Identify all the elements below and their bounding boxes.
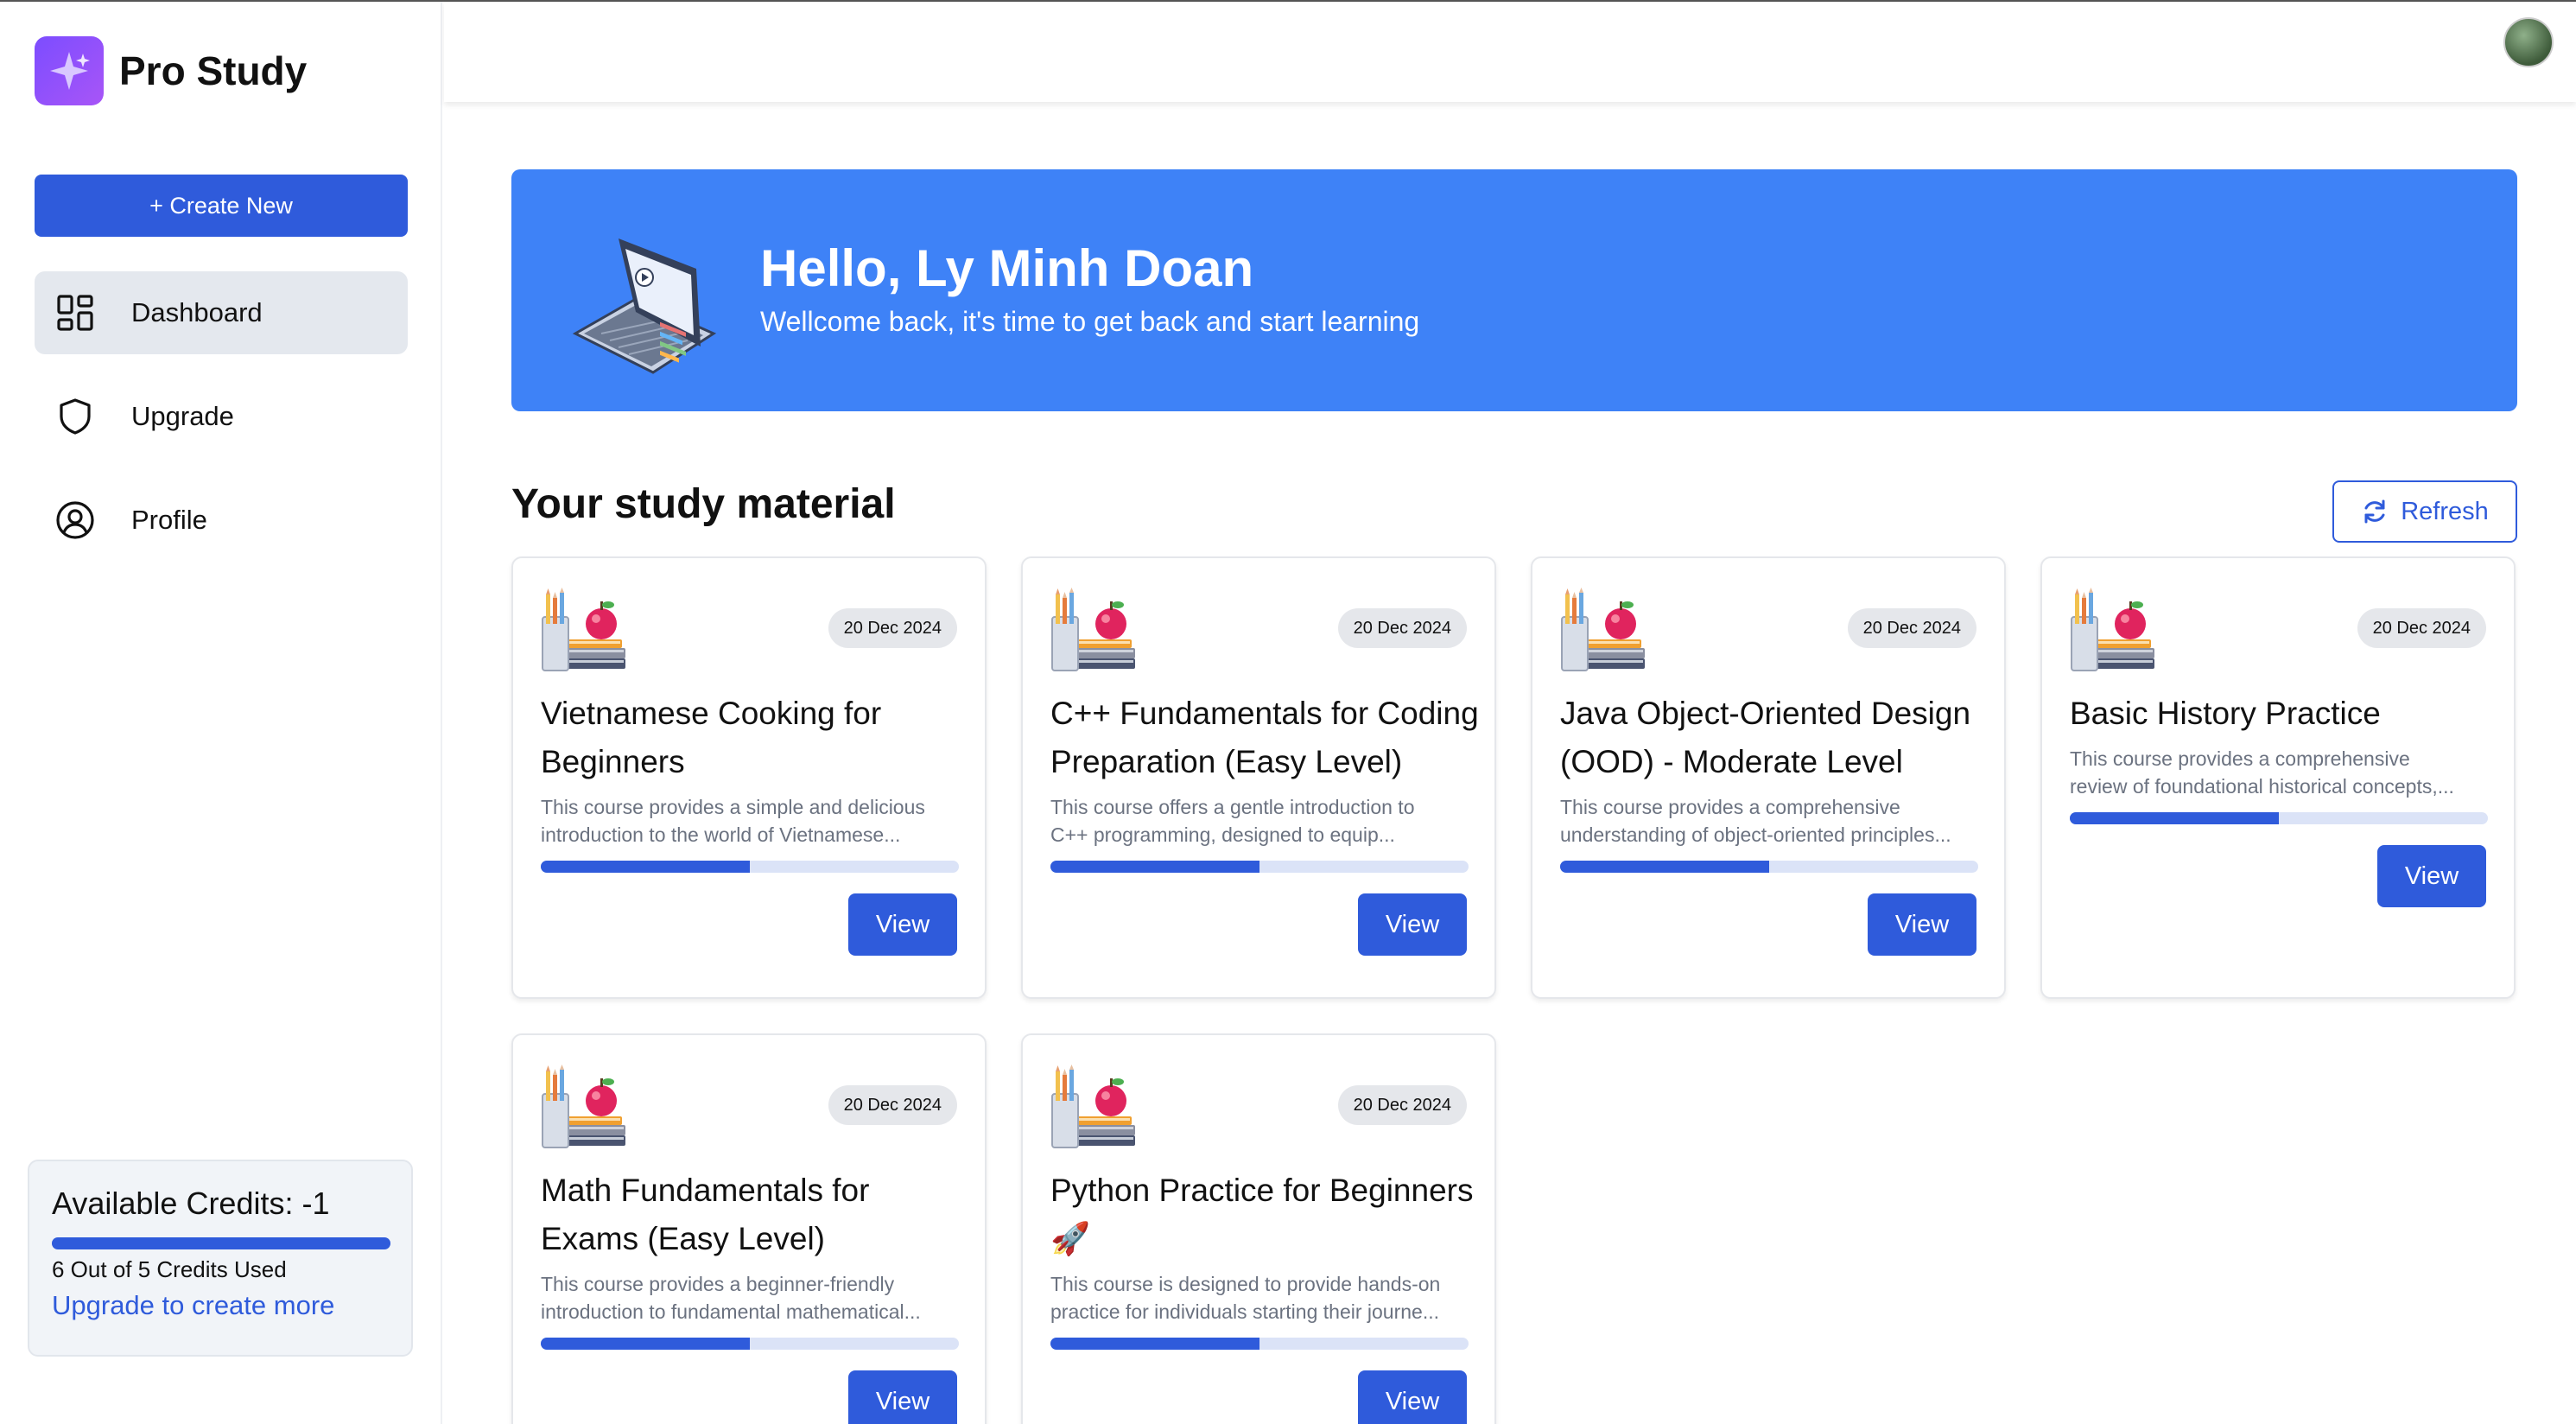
card-description: This course provides a comprehensive rev… xyxy=(2070,745,2493,800)
card-title[interactable]: Math Fundamentals for Exams (Easy Level) xyxy=(541,1167,973,1263)
sidebar-item-label: Upgrade xyxy=(131,401,234,431)
card-progress-fill xyxy=(541,1338,750,1350)
study-card: 20 Dec 2024 Java Object-Oriented Design … xyxy=(1531,556,2006,999)
card-description-line: This course provides a comprehensive xyxy=(1560,796,1900,818)
card-progress-bar xyxy=(1560,861,1978,873)
view-button[interactable]: View xyxy=(848,1370,957,1424)
banner-subtitle: Wellcome back, it's time to get back and… xyxy=(760,306,1420,337)
card-description: This course offers a gentle introduction… xyxy=(1050,793,1474,849)
credits-progress-fill xyxy=(52,1237,390,1249)
card-description-line: introduction to fundamental mathematical… xyxy=(541,1300,921,1323)
welcome-banner: Hello, Ly Minh Doan Wellcome back, it's … xyxy=(511,169,2517,411)
sidebar-item-upgrade[interactable]: Upgrade xyxy=(35,375,408,458)
sidebar-item-label: Profile xyxy=(131,505,207,535)
app-logo[interactable]: Pro Study xyxy=(35,36,307,105)
books-apple-icon xyxy=(1050,588,1139,674)
view-button[interactable]: View xyxy=(1358,1370,1467,1424)
books-apple-icon xyxy=(541,588,629,674)
banner-title: Hello, Ly Minh Doan xyxy=(760,239,1254,297)
card-description-line: introduction to the world of Vietnamese.… xyxy=(541,823,901,846)
card-progress-fill xyxy=(1050,861,1259,873)
card-progress-fill xyxy=(1050,1338,1259,1350)
credits-progress-bar xyxy=(52,1237,390,1249)
card-date-badge: 20 Dec 2024 xyxy=(1847,608,1976,648)
study-card: 20 Dec 2024 C++ Fundamentals for Coding … xyxy=(1021,556,1496,999)
card-description-line: This course provides a comprehensive xyxy=(2070,747,2410,770)
card-title[interactable]: Vietnamese Cooking for Beginners xyxy=(541,690,973,786)
credits-used-text: 6 Out of 5 Credits Used xyxy=(52,1256,287,1282)
refresh-icon xyxy=(2364,499,2385,524)
card-description-line: This course offers a gentle introduction… xyxy=(1050,796,1415,818)
card-description: This course is designed to provide hands… xyxy=(1050,1270,1474,1325)
top-bar xyxy=(444,2,2576,102)
card-title[interactable]: Basic History Practice xyxy=(2070,690,2502,738)
card-progress-bar xyxy=(1050,861,1469,873)
credits-title: Available Credits: -1 xyxy=(52,1186,330,1221)
card-progress-bar xyxy=(2070,812,2488,824)
card-date-badge: 20 Dec 2024 xyxy=(828,608,957,648)
card-progress-bar xyxy=(541,1338,959,1350)
card-date-badge: 20 Dec 2024 xyxy=(2357,608,2486,648)
sidebar: Pro Study + Create New Dashboard Upgrade xyxy=(0,2,442,1424)
card-description-line: C++ programming, designed to equip... xyxy=(1050,823,1395,846)
card-date-badge: 20 Dec 2024 xyxy=(828,1085,957,1125)
refresh-label: Refresh xyxy=(2401,497,2489,525)
books-apple-icon xyxy=(1560,588,1648,674)
sparkle-logo-icon xyxy=(35,36,104,105)
laptop-illustration-icon xyxy=(549,204,722,377)
section-title: Your study material xyxy=(511,481,896,527)
card-title[interactable]: C++ Fundamentals for Coding Preparation … xyxy=(1050,690,1482,786)
card-description-line: This course provides a simple and delici… xyxy=(541,796,925,818)
card-description: This course provides a comprehensive und… xyxy=(1560,793,1983,849)
books-apple-icon xyxy=(541,1065,629,1151)
card-title[interactable]: Python Practice for Beginners 🚀 xyxy=(1050,1167,1482,1263)
card-progress-bar xyxy=(1050,1338,1469,1350)
card-description-line: This course provides a beginner-friendly xyxy=(541,1273,895,1295)
study-card: 20 Dec 2024 Math Fundamentals for Exams … xyxy=(511,1033,987,1424)
books-apple-icon xyxy=(2070,588,2158,674)
create-new-button[interactable]: + Create New xyxy=(35,175,408,237)
upgrade-link[interactable]: Upgrade to create more xyxy=(52,1290,389,1321)
books-apple-icon xyxy=(1050,1065,1139,1151)
card-date-badge: 20 Dec 2024 xyxy=(1337,608,1467,648)
card-description: This course provides a simple and delici… xyxy=(541,793,964,849)
card-date-badge: 20 Dec 2024 xyxy=(1337,1085,1467,1125)
card-description-line: understanding of object-oriented princip… xyxy=(1560,823,1951,846)
view-button[interactable]: View xyxy=(2377,845,2486,907)
view-button[interactable]: View xyxy=(1868,893,1976,956)
dashboard-grid-icon xyxy=(55,293,95,333)
card-description-line: This course is designed to provide hands… xyxy=(1050,1273,1441,1295)
card-progress-fill xyxy=(2070,812,2279,824)
card-description-line: review of foundational historical concep… xyxy=(2070,775,2454,798)
avatar[interactable] xyxy=(2503,17,2554,67)
app-name: Pro Study xyxy=(119,48,308,93)
refresh-button[interactable]: Refresh xyxy=(2332,480,2517,543)
study-card: 20 Dec 2024 Basic History Practice This … xyxy=(2040,556,2516,999)
card-title[interactable]: Java Object-Oriented Design (OOD) - Mode… xyxy=(1560,690,1992,786)
user-circle-icon xyxy=(55,500,95,540)
card-description-line: practice for individuals starting their … xyxy=(1050,1300,1439,1323)
sidebar-item-profile[interactable]: Profile xyxy=(35,479,408,562)
sidebar-item-label: Dashboard xyxy=(131,297,263,327)
view-button[interactable]: View xyxy=(848,893,957,956)
study-card: 20 Dec 2024 Vietnamese Cooking for Begin… xyxy=(511,556,987,999)
credits-card: Available Credits: -1 6 Out of 5 Credits… xyxy=(28,1160,413,1357)
study-card: 20 Dec 2024 Python Practice for Beginner… xyxy=(1021,1033,1496,1424)
card-progress-fill xyxy=(541,861,750,873)
sidebar-item-dashboard[interactable]: Dashboard xyxy=(35,271,408,354)
shield-icon xyxy=(55,397,95,436)
card-progress-fill xyxy=(1560,861,1769,873)
card-description: This course provides a beginner-friendly… xyxy=(541,1270,964,1325)
card-progress-bar xyxy=(541,861,959,873)
view-button[interactable]: View xyxy=(1358,893,1467,956)
